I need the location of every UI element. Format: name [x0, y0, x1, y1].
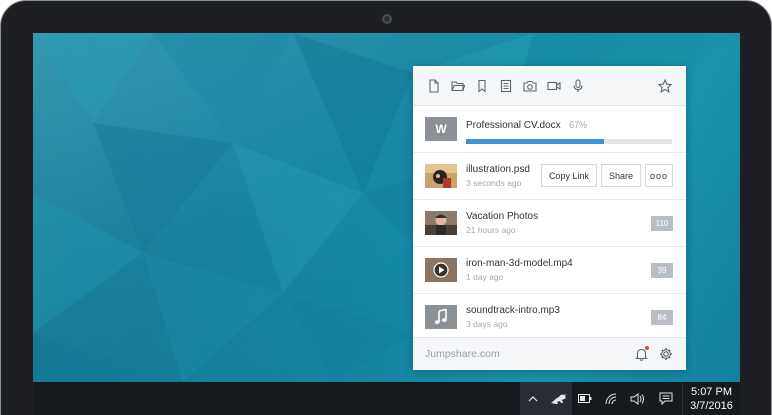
tray-highlight-area — [520, 382, 572, 415]
share-button[interactable]: Share — [600, 164, 641, 187]
item-time: 1 day ago — [466, 272, 504, 282]
item-actions: Copy Link Share ooo — [537, 164, 673, 187]
upload-progress-fill — [466, 138, 605, 144]
item-count-badge: 110 — [651, 216, 673, 231]
battery-icon[interactable] — [572, 382, 598, 415]
item-name: soundtrack-intro.mp3 — [466, 305, 560, 316]
more-options-button[interactable]: ooo — [645, 164, 673, 187]
item-time: 21 hours ago — [466, 225, 516, 235]
jumpshare-kangaroo-icon[interactable] — [546, 382, 572, 415]
camera-icon[interactable] — [519, 75, 541, 97]
item-time: 3 seconds ago — [466, 178, 522, 188]
upload-progress-bar — [466, 138, 672, 144]
document-badge: W — [435, 122, 447, 136]
folder-icon[interactable] — [447, 75, 469, 97]
video-thumbnail — [425, 258, 457, 282]
star-icon[interactable] — [654, 75, 676, 97]
note-icon[interactable] — [495, 75, 517, 97]
file-icon[interactable] — [423, 75, 445, 97]
chevron-up-icon[interactable] — [520, 382, 546, 415]
item-details: Vacation Photos 21 hours ago — [466, 211, 538, 235]
item-details: illustration.psd 3 seconds ago — [466, 164, 530, 188]
upload-percent: 67% — [569, 119, 588, 130]
clock-time: 5:07 PM — [691, 385, 732, 398]
taskbar: 5:07 PM 3/7/2016 — [33, 382, 740, 415]
list-item[interactable]: illustration.psd 3 seconds ago Copy Link… — [413, 153, 686, 200]
microphone-icon[interactable] — [567, 75, 589, 97]
panel-footer: Jumpshare.com — [413, 337, 686, 370]
bookmark-icon[interactable] — [471, 75, 493, 97]
list-item[interactable]: soundtrack-intro.mp3 3 days ago 84 — [413, 294, 686, 341]
copy-link-button[interactable]: Copy Link — [540, 164, 597, 187]
bell-icon[interactable] — [633, 346, 649, 362]
item-time: 3 days ago — [466, 319, 508, 329]
upload-details: Professional CV.docx 67% — [466, 115, 672, 144]
action-center-icon[interactable] — [650, 382, 682, 415]
word-document-icon: W — [425, 117, 457, 141]
music-icon — [425, 305, 457, 329]
list-item[interactable]: iron-man-3d-model.mp4 1 day ago 39 — [413, 247, 686, 294]
list-item[interactable]: Vacation Photos 21 hours ago 110 — [413, 200, 686, 247]
item-name: Vacation Photos — [466, 211, 539, 222]
upload-file-name: Professional CV.docx — [466, 119, 561, 131]
video-icon[interactable] — [543, 75, 565, 97]
system-tray: 5:07 PM 3/7/2016 — [520, 382, 740, 415]
jumpshare-link[interactable]: Jumpshare.com — [425, 348, 500, 360]
upload-item[interactable]: W Professional CV.docx 67% — [413, 106, 686, 153]
footer-icons — [624, 346, 674, 362]
clock-date: 3/7/2016 — [690, 399, 733, 412]
upload-title-row: Professional CV.docx 67% — [466, 115, 672, 133]
photo-thumbnail — [425, 211, 457, 235]
volume-icon[interactable] — [624, 382, 650, 415]
item-name: iron-man-3d-model.mp4 — [466, 258, 573, 269]
item-count-badge: 84 — [651, 310, 673, 325]
item-count-badge: 39 — [651, 263, 673, 278]
item-details: iron-man-3d-model.mp4 1 day ago — [466, 258, 573, 282]
taskbar-clock[interactable]: 5:07 PM 3/7/2016 — [682, 382, 740, 415]
wifi-icon[interactable] — [598, 382, 624, 415]
webcam — [382, 14, 392, 24]
item-details: soundtrack-intro.mp3 3 days ago — [466, 305, 560, 329]
notification-dot — [645, 346, 649, 350]
gear-icon[interactable] — [658, 346, 674, 362]
jumpshare-panel: W Professional CV.docx 67% illustration.… — [413, 66, 686, 370]
illustration-thumbnail — [425, 164, 457, 188]
item-name: illustration.psd — [466, 164, 530, 175]
panel-toolbar — [413, 66, 686, 106]
